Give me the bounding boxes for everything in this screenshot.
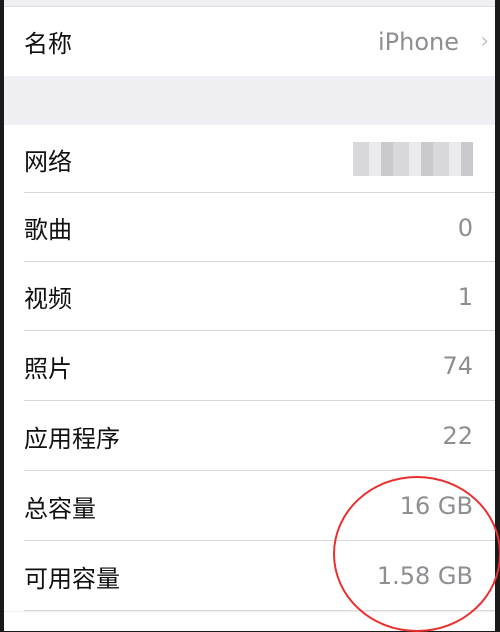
apps-label: 应用程序 — [24, 424, 120, 453]
capacity-value: 16 GB — [399, 492, 473, 520]
videos-label: 视频 — [24, 285, 72, 313]
videos-row: 视频 1 — [4, 262, 495, 331]
songs-value: 0 — [457, 213, 473, 242]
name-label: 名称 — [24, 30, 72, 58]
available-label: 可用容量 — [24, 564, 120, 593]
network-value-pixelated — [353, 142, 473, 176]
network-row: 网络 — [4, 125, 495, 193]
apps-value: 22 — [442, 422, 473, 450]
capacity-label: 总容量 — [24, 494, 96, 523]
about-screen: 名称 iPhone › 网络 歌曲 0 视频 1 照片 74 应用程序 22 总… — [4, 0, 495, 631]
photos-label: 照片 — [24, 354, 72, 383]
songs-row: 歌曲 0 — [4, 193, 495, 262]
top-strip — [4, 0, 495, 7]
videos-value: 1 — [457, 282, 473, 311]
baidu-watermark: Bai度经验 — [383, 590, 470, 611]
network-label: 网络 — [24, 147, 72, 176]
songs-label: 歌曲 — [24, 216, 72, 244]
photos-value: 74 — [442, 352, 473, 380]
apps-row: 应用程序 22 — [4, 401, 495, 471]
next-row — [4, 612, 495, 631]
capacity-row: 总容量 16 GB — [4, 471, 495, 541]
chevron-right-icon: › — [480, 29, 489, 54]
name-value: iPhone — [377, 27, 459, 56]
name-row[interactable]: 名称 iPhone › — [4, 7, 495, 76]
photos-row: 照片 74 — [4, 331, 495, 401]
